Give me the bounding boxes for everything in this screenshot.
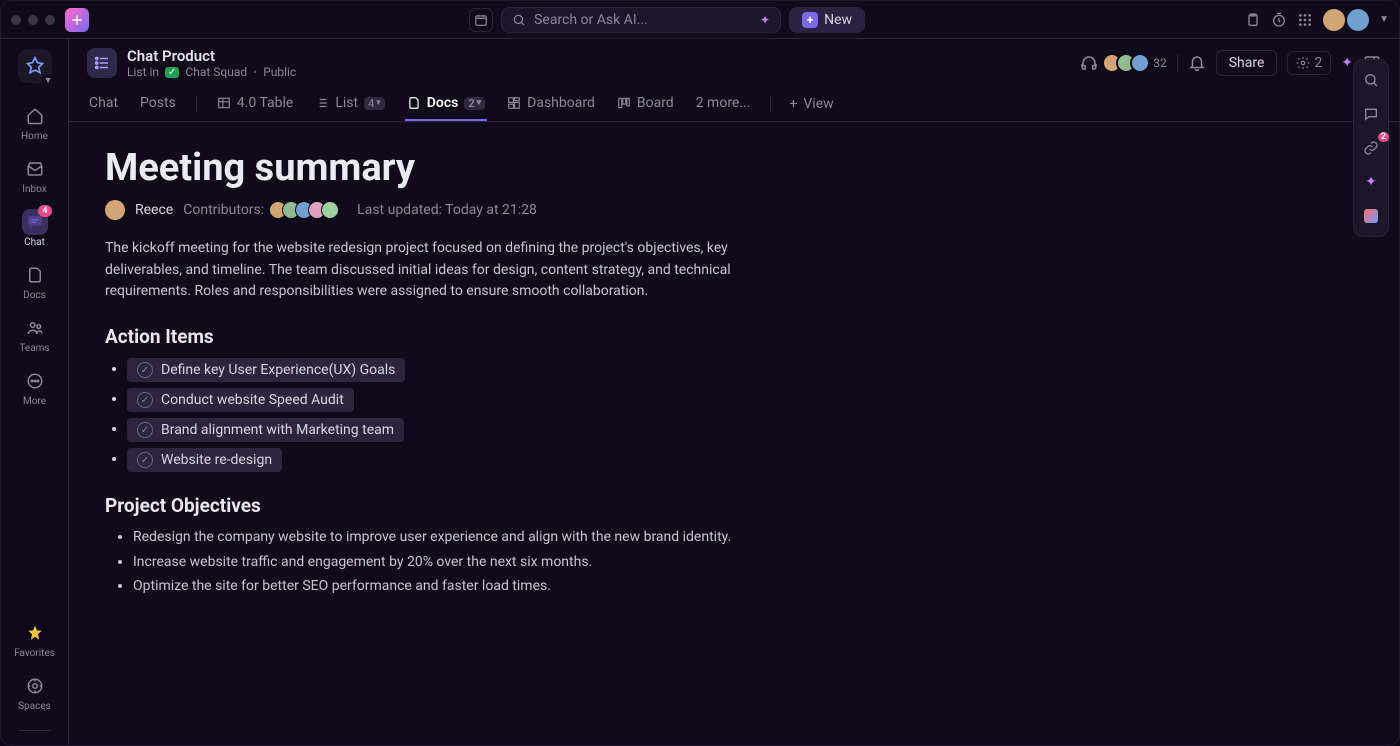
document-body: Meeting summary Reece Contributors: Last… (69, 122, 909, 745)
workspace-switcher[interactable]: ▼ (18, 49, 52, 83)
dashboard-icon (507, 96, 521, 110)
nav-teams[interactable]: Teams (10, 315, 60, 354)
tab-dashboard[interactable]: Dashboard (505, 87, 597, 121)
squad-badge-icon: ✓ (165, 67, 179, 78)
nav-docs[interactable]: Docs (10, 262, 60, 301)
table-icon (217, 96, 231, 110)
main-area: Chat Product List in ✓ Chat Squad • Publ… (69, 39, 1399, 745)
objective-item[interactable]: Optimize the site for better SEO perform… (133, 576, 805, 598)
action-item[interactable]: ✓Brand alignment with Marketing team (127, 418, 404, 442)
search-icon[interactable] (1359, 68, 1383, 92)
tab-more[interactable]: 2 more... (694, 87, 753, 121)
contributors-label: Contributors: (183, 202, 264, 218)
objective-item[interactable]: Redesign the company website to improve … (133, 527, 805, 549)
chat-badge: 4 (38, 205, 51, 217)
nav-chat[interactable]: 4 Chat (10, 209, 60, 248)
last-updated: Last updated: Today at 21:28 (357, 202, 537, 218)
search-input[interactable]: Search or Ask AI... ✦ (501, 7, 781, 33)
automations-button[interactable]: 2 (1287, 51, 1331, 75)
doc-icon (407, 96, 421, 110)
action-items-heading[interactable]: Action Items (105, 325, 869, 348)
new-label: New (824, 12, 852, 28)
nav-inbox[interactable]: Inbox (10, 156, 60, 195)
nav-home[interactable]: Home (10, 103, 60, 142)
new-button[interactable]: + New (789, 7, 865, 33)
comment-icon[interactable] (1359, 102, 1383, 126)
apps-grid-icon[interactable] (1297, 12, 1313, 28)
presence-avatars[interactable]: 32 (1108, 53, 1167, 73)
objective-item[interactable]: Increase website traffic and engagement … (133, 552, 805, 574)
audio-icon[interactable] (1080, 54, 1098, 72)
right-rail: 2 ✦ (1353, 59, 1389, 237)
objectives-heading[interactable]: Project Objectives (105, 494, 869, 517)
chevron-down-icon[interactable]: ▼ (1379, 14, 1389, 25)
plus-icon: + (789, 96, 797, 112)
add-view-button[interactable]: + View (789, 96, 833, 112)
plus-icon: + (802, 12, 818, 28)
chevron-down-icon: ▼ (42, 75, 55, 86)
board-icon (617, 96, 631, 110)
check-icon[interactable]: ✓ (137, 362, 153, 378)
breadcrumb[interactable]: List in ✓ Chat Squad • Public (127, 65, 296, 79)
check-icon[interactable]: ✓ (137, 452, 153, 468)
action-item[interactable]: ✓Conduct website Speed Audit (127, 388, 354, 412)
search-icon (512, 13, 526, 27)
tab-chat[interactable]: Chat (87, 87, 120, 121)
contributors-row: Reece Contributors: Last updated: Today … (105, 200, 869, 220)
calendar-button[interactable] (469, 8, 493, 32)
tab-posts[interactable]: Posts (138, 87, 178, 121)
tabs-row: Chat Posts 4.0 Table List 4▾ (87, 87, 1381, 121)
action-items-list: ✓Define key User Experience(UX) Goals ✓C… (105, 358, 869, 472)
nav-spaces[interactable]: Spaces (10, 673, 60, 712)
objectives-list: Redesign the company website to improve … (105, 527, 805, 598)
tab-board[interactable]: Board (615, 87, 676, 121)
share-button[interactable]: Share (1216, 50, 1278, 76)
list-icon (87, 48, 117, 78)
tab-list[interactable]: List 4▾ (313, 87, 386, 121)
tab-docs[interactable]: Docs 2▾ (405, 87, 487, 121)
page-title[interactable]: Chat Product (127, 47, 296, 65)
nav-favorites[interactable]: Favorites (10, 620, 60, 659)
nav-more[interactable]: More (10, 368, 60, 407)
sparkle-icon[interactable]: ✦ (1359, 170, 1383, 194)
page-header: Chat Product List in ✓ Chat Squad • Publ… (69, 39, 1399, 122)
intro-paragraph[interactable]: The kickoff meeting for the website rede… (105, 238, 805, 303)
search-placeholder: Search or Ask AI... (534, 12, 648, 28)
action-item[interactable]: ✓Website re-design (127, 448, 282, 472)
check-icon[interactable]: ✓ (137, 422, 153, 438)
timer-icon[interactable] (1271, 12, 1287, 28)
check-icon[interactable]: ✓ (137, 392, 153, 408)
ai-sparkle-icon: ✦ (760, 13, 770, 27)
action-item[interactable]: ✓Define key User Experience(UX) Goals (127, 358, 405, 382)
color-picker-icon[interactable] (1359, 204, 1383, 228)
profile-avatar[interactable] (1323, 9, 1345, 31)
author-avatar[interactable] (105, 200, 125, 220)
clipboard-icon[interactable] (1245, 12, 1261, 28)
bell-icon[interactable] (1188, 54, 1206, 72)
left-nav: ▼ Home Inbox 4 Chat Docs Teams More (1, 39, 69, 745)
link-icon[interactable]: 2 (1359, 136, 1383, 160)
ai-sparkle-icon[interactable]: ✦ (1341, 55, 1353, 71)
doc-title[interactable]: Meeting summary (105, 146, 869, 190)
topbar: Search or Ask AI... ✦ + New ▼ (1, 1, 1399, 39)
author-name[interactable]: Reece (135, 202, 173, 218)
app-logo-icon[interactable] (65, 8, 89, 32)
window-controls (11, 15, 55, 25)
profile-avatar-secondary[interactable] (1347, 9, 1369, 31)
list-icon (315, 96, 329, 110)
contributor-avatars[interactable] (274, 201, 339, 219)
tab-table[interactable]: 4.0 Table (215, 87, 296, 121)
